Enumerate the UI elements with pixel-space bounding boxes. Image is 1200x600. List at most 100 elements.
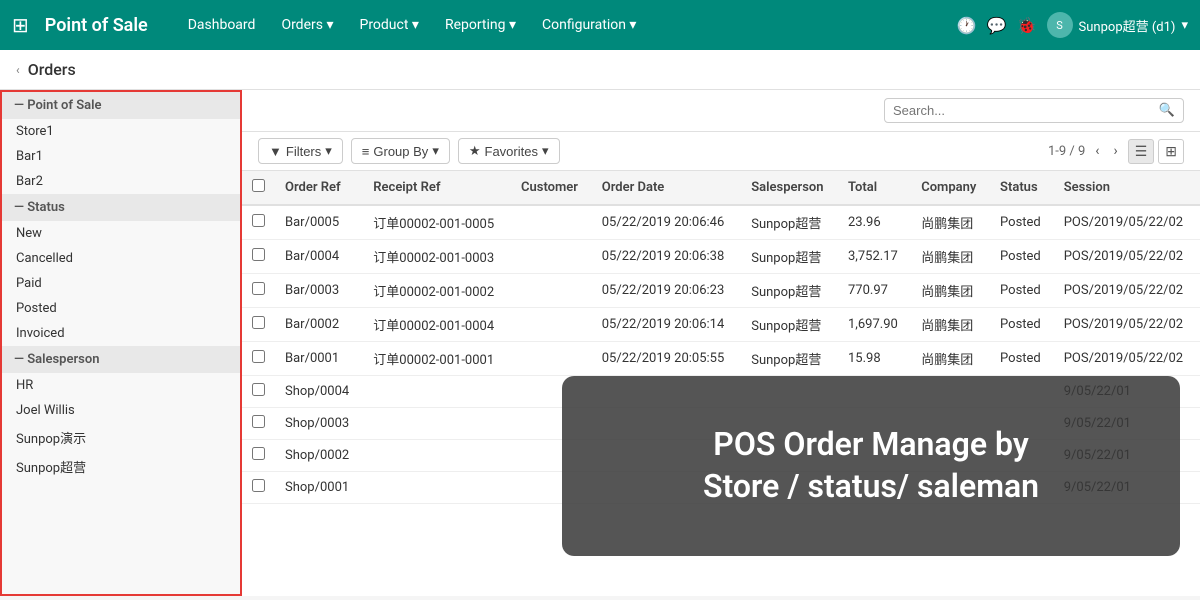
menu-dashboard[interactable]: Dashboard [176, 11, 268, 39]
cell-receipt-ref: 订单00002-001-0004 [363, 308, 511, 342]
sidebar-item-posted[interactable]: Posted [2, 296, 240, 321]
menu-product[interactable]: Product ▾ [347, 11, 430, 39]
row-checkbox[interactable] [252, 415, 265, 428]
sidebar: — Point of Sale Store1 Bar1 Bar2 — Statu… [0, 90, 242, 596]
clock-icon[interactable]: 🕐 [957, 16, 977, 35]
row-checkbox[interactable] [252, 316, 265, 329]
row-checkbox[interactable] [252, 383, 265, 396]
cell-customer [511, 274, 592, 308]
cell-receipt-ref: 订单00002-001-0001 [363, 342, 511, 376]
sidebar-section-salesperson: — Salesperson [2, 346, 240, 373]
filters-button[interactable]: ▼ Filters ▾ [258, 138, 343, 164]
header-order-date: Order Date [592, 171, 741, 205]
list-view-button[interactable]: ☰ [1128, 139, 1155, 164]
breadcrumb-back-icon[interactable]: ‹ [16, 63, 20, 77]
table-and-overlay-wrapper: Order Ref Receipt Ref Customer Order Dat… [242, 171, 1200, 596]
cell-salesperson: Sunpop超营 [741, 274, 838, 308]
row-checkbox[interactable] [252, 350, 265, 363]
cell-customer [511, 205, 592, 240]
table-row[interactable]: Bar/0001 订单00002-001-0001 05/22/2019 20:… [242, 342, 1200, 376]
row-checkbox-cell[interactable] [242, 472, 275, 504]
sidebar-item-store1[interactable]: Store1 [2, 119, 240, 144]
row-checkbox[interactable] [252, 282, 265, 295]
cell-company: 尚鹏集团 [911, 274, 990, 308]
search-input[interactable] [893, 103, 1159, 118]
table-row[interactable]: Bar/0002 订单00002-001-0004 05/22/2019 20:… [242, 308, 1200, 342]
groupby-button[interactable]: ≡ Group By ▾ [351, 138, 450, 164]
cell-total: 3,752.17 [838, 240, 911, 274]
cell-order-ref: Bar/0002 [275, 308, 363, 342]
row-checkbox[interactable] [252, 214, 265, 227]
toolbar: 🔍 [242, 90, 1200, 132]
breadcrumb: ‹ Orders [0, 50, 1200, 90]
menu-orders[interactable]: Orders ▾ [269, 11, 345, 39]
brand-title: Point of Sale [45, 15, 148, 36]
table-row[interactable]: Bar/0005 订单00002-001-0005 05/22/2019 20:… [242, 205, 1200, 240]
cell-receipt-ref [363, 440, 511, 472]
toolbar-right: 🔍 [884, 98, 1184, 123]
overlay-text: POS Order Manage byStore / status/ salem… [703, 424, 1039, 507]
cell-session: POS/2019/05/22/02 [1054, 274, 1200, 308]
top-menu: Dashboard Orders ▾ Product ▾ Reporting ▾… [176, 11, 949, 39]
user-menu[interactable]: S Sunpop超营 (d1) ▾ [1047, 12, 1188, 38]
row-checkbox-cell[interactable] [242, 408, 275, 440]
table-row[interactable]: Bar/0003 订单00002-001-0002 05/22/2019 20:… [242, 274, 1200, 308]
chat-icon[interactable]: 💬 [987, 16, 1007, 35]
pagination-prev[interactable]: ‹ [1091, 141, 1103, 161]
sidebar-item-bar2[interactable]: Bar2 [2, 169, 240, 194]
sidebar-item-paid[interactable]: Paid [2, 271, 240, 296]
sidebar-item-joel[interactable]: Joel Willis [2, 398, 240, 423]
header-salesperson: Salesperson [741, 171, 838, 205]
cell-session: POS/2019/05/22/02 [1054, 308, 1200, 342]
row-checkbox[interactable] [252, 447, 265, 460]
row-checkbox-cell[interactable] [242, 342, 275, 376]
table-header-row: Order Ref Receipt Ref Customer Order Dat… [242, 171, 1200, 205]
row-checkbox-cell[interactable] [242, 376, 275, 408]
search-icon[interactable]: 🔍 [1159, 103, 1175, 118]
breadcrumb-label: Orders [28, 60, 76, 79]
cell-total: 23.96 [838, 205, 911, 240]
filter-bar: ▼ Filters ▾ ≡ Group By ▾ ★ Favorites ▾ 1… [242, 132, 1200, 171]
pagination-next[interactable]: › [1109, 141, 1121, 161]
cell-receipt-ref [363, 408, 511, 440]
sidebar-item-hr[interactable]: HR [2, 373, 240, 398]
table-row[interactable]: Bar/0004 订单00002-001-0003 05/22/2019 20:… [242, 240, 1200, 274]
bug-icon[interactable]: 🐞 [1017, 16, 1037, 35]
row-checkbox[interactable] [252, 479, 265, 492]
row-checkbox-cell[interactable] [242, 240, 275, 274]
sidebar-item-invoiced[interactable]: Invoiced [2, 321, 240, 346]
cell-receipt-ref: 订单00002-001-0002 [363, 274, 511, 308]
cell-company: 尚鹏集团 [911, 342, 990, 376]
pagination-text: 1-9 / 9 [1048, 144, 1085, 159]
row-checkbox-cell[interactable] [242, 274, 275, 308]
favorites-button[interactable]: ★ Favorites ▾ [458, 138, 560, 164]
select-all-checkbox[interactable] [252, 179, 265, 192]
filters-label: Filters [286, 144, 321, 159]
cell-salesperson: Sunpop超营 [741, 205, 838, 240]
cell-receipt-ref: 订单00002-001-0005 [363, 205, 511, 240]
sidebar-item-new[interactable]: New [2, 221, 240, 246]
menu-reporting[interactable]: Reporting ▾ [433, 11, 528, 39]
cell-customer [511, 240, 592, 274]
sidebar-item-bar1[interactable]: Bar1 [2, 144, 240, 169]
sidebar-item-cancelled[interactable]: Cancelled [2, 246, 240, 271]
header-customer: Customer [511, 171, 592, 205]
cell-receipt-ref: 订单00002-001-0003 [363, 240, 511, 274]
cell-salesperson: Sunpop超营 [741, 240, 838, 274]
cell-status: Posted [990, 240, 1054, 274]
row-checkbox[interactable] [252, 248, 265, 261]
row-checkbox-cell[interactable] [242, 440, 275, 472]
sidebar-item-sunpop-demo[interactable]: Sunpop演示 [2, 423, 240, 452]
row-checkbox-cell[interactable] [242, 308, 275, 342]
favorites-arrow-icon: ▾ [542, 143, 549, 159]
cell-total: 1,697.90 [838, 308, 911, 342]
cell-order-ref: Shop/0004 [275, 376, 363, 408]
menu-configuration[interactable]: Configuration ▾ [530, 11, 648, 39]
cell-company: 尚鹏集团 [911, 308, 990, 342]
header-company: Company [911, 171, 990, 205]
sidebar-section-pos: — Point of Sale [2, 92, 240, 119]
grid-icon[interactable]: ⊞ [12, 13, 29, 37]
grid-view-button[interactable]: ⊞ [1158, 139, 1184, 164]
row-checkbox-cell[interactable] [242, 205, 275, 240]
sidebar-item-sunpop-admin[interactable]: Sunpop超营 [2, 452, 240, 481]
